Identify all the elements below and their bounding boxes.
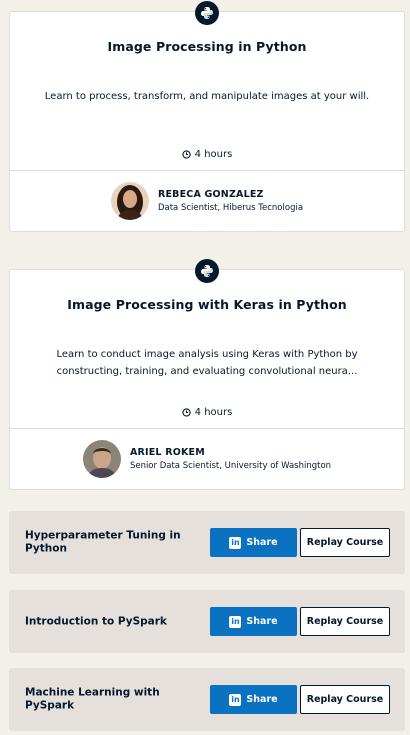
share-label: Share [246,694,278,705]
author-name: ARIEL ROKEM [129,447,205,458]
clock-icon [182,150,191,159]
python-icon [195,259,219,283]
duration-text: 4 hours [194,149,233,160]
course-description: Learn to process, transform, and manipul… [44,91,370,102]
course-duration: 4 hours [10,149,404,160]
card-divider [10,170,404,171]
author-title: Data Scientist, Hiberus Tecnologia [157,203,304,213]
author-name: REBECA GONZALEZ [157,189,264,200]
course-card[interactable]: Image Processing with Keras in Python Le… [9,259,405,490]
linkedin-icon: in [229,693,242,706]
author-text: REBECA GONZALEZ Data Scientist, Hiberus … [158,189,303,213]
python-icon [195,1,219,25]
avatar [82,440,121,478]
linkedin-share-button[interactable]: in Share [210,607,297,636]
course-title[interactable]: Image Processing in Python [20,39,394,54]
completed-course-title[interactable]: Hyperparameter Tuning in Python [25,529,195,556]
clock-icon [182,408,191,417]
completed-course-row: Hyperparameter Tuning in Python in Share… [9,511,405,574]
linkedin-icon: in [229,615,242,628]
completed-course-title[interactable]: Machine Learning with PySpark [25,686,195,713]
course-card-body[interactable]: Image Processing with Keras in Python Le… [10,259,404,442]
completed-course-row: Machine Learning with PySpark in Share R… [9,668,405,731]
completed-course-row: Introduction to PySpark in Share Replay … [9,590,405,653]
replay-course-button[interactable]: Replay Course [300,528,390,557]
author-title: Senior Data Scientist, University of Was… [129,461,332,471]
avatar [110,182,149,220]
author-info[interactable]: ARIEL ROKEM Senior Data Scientist, Unive… [10,440,404,478]
duration-text: 4 hours [194,407,233,418]
course-duration: 4 hours [10,407,404,418]
course-card-body[interactable]: Image Processing in Python Learn to proc… [10,1,404,184]
author-text: ARIEL ROKEM Senior Data Scientist, Unive… [130,447,331,471]
card-divider [10,428,404,429]
share-label: Share [246,616,278,627]
author-info[interactable]: REBECA GONZALEZ Data Scientist, Hiberus … [10,182,404,220]
course-card[interactable]: Image Processing in Python Learn to proc… [9,1,405,232]
course-title[interactable]: Image Processing with Keras in Python [20,297,394,312]
completed-course-title[interactable]: Introduction to PySpark [25,615,195,629]
course-description: Learn to conduct image analysis using Ke… [56,349,358,377]
replay-course-button[interactable]: Replay Course [300,607,390,636]
linkedin-icon: in [229,536,242,549]
replay-course-button[interactable]: Replay Course [300,685,390,714]
linkedin-share-button[interactable]: in Share [210,528,297,557]
linkedin-share-button[interactable]: in Share [210,685,297,714]
share-label: Share [246,537,278,548]
